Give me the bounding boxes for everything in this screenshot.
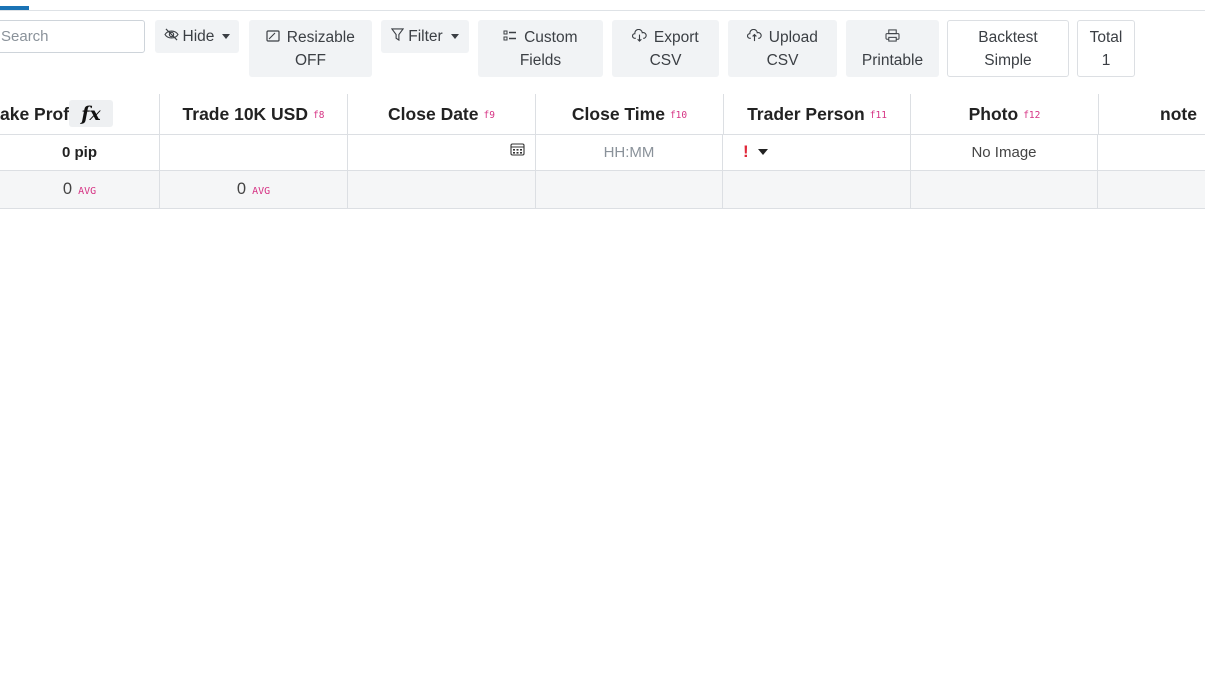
summary-value: 0 [62,180,73,198]
tab-divider [0,10,1205,11]
printer-icon [885,26,900,49]
take-profit-value: 0 pip [61,143,97,161]
summary-cell [911,171,1098,208]
calendar-icon[interactable] [510,142,525,160]
custom-fields-label-2: Fields [519,51,562,69]
filter-icon [391,25,405,48]
resizable-toggle-button[interactable]: Resizable OFF [249,20,372,77]
backtest-simple-button[interactable]: Backtest Simple [947,20,1069,77]
backtest-mode: Simple [984,51,1032,69]
field-code: f9 [483,110,495,121]
total-count-button[interactable]: Total 1 [1077,20,1135,77]
upload-label: Upload [768,28,818,46]
filter-label: Filter [408,28,443,45]
table-header-row: ake Profit f7 𝒇𝒙 Trade 10K USD f8 Close … [0,94,1205,135]
resizable-label: Resizable [286,28,355,46]
trader-person-select[interactable]: ! [723,134,911,170]
total-label: Total [1089,28,1123,46]
note-cell[interactable] [1098,134,1205,170]
column-header-close-date[interactable]: Close Date f9 [348,94,536,134]
column-header-photo[interactable]: Photo f12 [911,94,1099,134]
search-input[interactable] [0,20,145,53]
column-label: Photo [968,103,1019,124]
field-code: f12 [1023,110,1041,121]
field-code: f10 [669,110,688,121]
close-time-cell[interactable]: HH:MM [536,134,723,170]
warning-icon: ! [743,142,749,161]
column-label: Trader Person [747,103,865,124]
hide-columns-button[interactable]: Hide [155,20,239,53]
export-label: Export [653,28,699,46]
summary-cell [1098,171,1205,208]
export-format: CSV [649,51,682,69]
summary-value: 0 [236,180,247,198]
avg-label: AVG [78,186,97,197]
total-value: 1 [1101,51,1111,69]
backtest-label: Backtest [978,28,1038,46]
formula-icon[interactable]: 𝒇𝒙 [69,100,113,127]
summary-cell [348,171,536,208]
trade-10k-usd-avg: 0 AVG [160,171,348,208]
cloud-upload-icon [747,28,766,45]
custom-fields-label: Custom [524,28,578,46]
summary-cell [723,171,911,208]
resizable-state: OFF [295,51,326,69]
upload-csv-button[interactable]: Upload CSV [728,20,837,77]
column-label: Close Date [388,103,479,124]
photo-cell[interactable]: No Image [911,134,1098,170]
photo-placeholder: No Image [971,143,1037,161]
column-header-close-time[interactable]: Close Time f10 [536,94,724,134]
column-label: Trade 10K USD [182,103,308,124]
column-label: note [1160,103,1197,124]
upload-format: CSV [766,51,799,69]
eye-slash-icon [163,25,179,48]
cloud-download-icon [632,28,651,45]
printable-button[interactable]: Printable [846,20,939,77]
column-label: Close Time [571,103,665,124]
export-csv-button[interactable]: Export CSV [612,20,719,77]
take-profit-cell[interactable]: 0 pip [0,134,160,170]
table-row: 0 pip HH:MM ! No Image [0,134,1205,171]
chevron-down-icon [222,34,231,39]
chevron-down-icon [450,34,459,39]
field-code: f11 [869,110,887,121]
column-label: ake Profit [0,103,80,124]
chevron-down-icon [757,149,768,155]
take-profit-avg: 0 AVG [0,171,160,208]
hide-label: Hide [182,28,215,45]
trade-10k-usd-cell[interactable] [160,134,348,170]
column-header-take-profit[interactable]: ake Profit f7 𝒇𝒙 [0,94,160,134]
summary-cell [536,171,723,208]
field-code: f8 [313,110,325,121]
close-time-placeholder: HH:MM [603,143,655,161]
summary-row: 0 AVG 0 AVG [0,171,1205,209]
column-header-trade-10k-usd[interactable]: Trade 10K USD f8 [160,94,348,134]
checklist-icon [503,30,521,45]
resize-icon [266,29,284,45]
custom-fields-button[interactable]: Custom Fields [478,20,603,77]
filter-button[interactable]: Filter [381,20,469,53]
close-date-cell[interactable] [348,134,536,170]
column-header-note[interactable]: note [1099,94,1205,134]
avg-label: AVG [252,186,271,197]
printable-label: Printable [861,51,924,69]
column-header-trader-person[interactable]: Trader Person f11 [724,94,911,134]
